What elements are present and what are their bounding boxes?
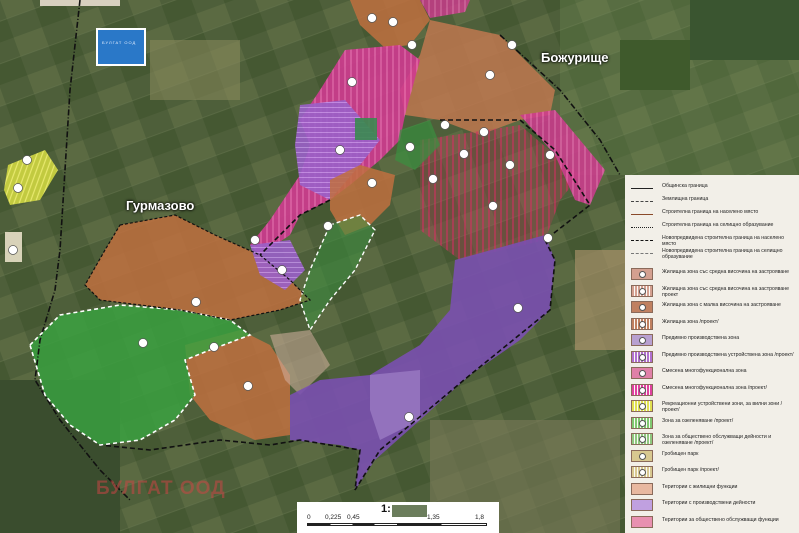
legend-zone-label: Гробищен парк /проект/: [662, 467, 719, 473]
zone-symbol-icon: [639, 452, 646, 460]
zone-symbol-icon: [639, 436, 646, 443]
scale-bar: [307, 523, 487, 526]
scale-tick: 0: [307, 514, 311, 521]
legend-line-item: Землищна граница: [629, 196, 799, 207]
place-label-gurmazovo: Гурмазово: [126, 198, 195, 213]
legend-zone-label: Територии с жилищни функции: [662, 483, 738, 490]
zone-symbol-icon: [639, 320, 646, 328]
legend-zone-label: Зона за обществено обслужващи дейности и…: [662, 434, 772, 446]
scale-tick: 0,45: [347, 514, 360, 521]
legend-zone-item: Територии с производствени дейности: [629, 498, 799, 513]
legend-zone-item: Предимно производствена устройствена зон…: [629, 350, 799, 365]
zone-symbol-icon: [639, 353, 646, 361]
legend-zone-label: Територии с производствени дейности: [662, 500, 756, 506]
scale-title: 1:: [381, 503, 391, 515]
zone-symbol-icon: [639, 386, 646, 394]
legend-swatch: [631, 449, 653, 462]
legend-zone-item: Жилищна зона с малка височина на застроя…: [629, 300, 799, 315]
legend-zone-label: Предимно производствена зона: [662, 335, 740, 341]
zone-symbol-icon: [639, 469, 646, 476]
zone-symbol-icon: [639, 304, 646, 311]
legend-line-symbol: [631, 188, 653, 189]
legend-zone-item: Предимно производствена зона: [629, 333, 799, 348]
legend-zone-item: Смесена многофункционална зона /проект/: [629, 383, 799, 398]
legend-zone-label: Жилищна зона със средна височина на заст…: [662, 269, 790, 275]
legend-zone-label: Жилищна зона със средна височина на заст…: [662, 285, 790, 298]
legend-zone-item: Смесена многофункционална зона: [629, 366, 799, 381]
legend-swatch: [631, 268, 653, 280]
legend-zone-item: Зона за обществено обслужващи дейности и…: [629, 432, 799, 447]
legend-line-label: Строителна граница на селищно образувани…: [662, 222, 774, 228]
watermark: БУЛГАТ ООД: [96, 478, 226, 499]
legend-swatch: [631, 515, 653, 528]
company-logo: БУЛГАТ ООД: [96, 28, 146, 66]
scale-bar-panel: 1: 0 0,225 0,45 1,35 1,8: [297, 502, 499, 533]
legend-line-symbol: [631, 214, 653, 215]
legend-swatch: [631, 400, 653, 412]
scale-tick: 1,8: [475, 514, 485, 521]
legend-zone-label: Жилищна зона /проект/: [662, 318, 719, 325]
legend-line-label: Строителна граница на населено място: [662, 209, 759, 215]
legend-swatch: [631, 499, 653, 511]
legend-zone-item: Територии с жилищни функции: [629, 482, 799, 497]
legend-zone-label: Гробищен парк: [662, 450, 699, 457]
legend-zone-item: Жилищна зона /проект/: [629, 317, 799, 332]
scale-tick: 0,225: [325, 514, 342, 521]
legend-zone-item: Рекреационни устройствени зони, за вилни…: [629, 399, 799, 414]
map-legend: Общинска граница Землищна граница Строител…: [625, 175, 799, 533]
legend-line-symbol: [631, 253, 653, 254]
legend-line-symbol: [631, 201, 653, 202]
legend-line-symbol: [631, 227, 653, 228]
zone-symbol-icon: [639, 287, 646, 295]
legend-swatch: [631, 466, 653, 478]
legend-zone-label: Предимно производствена устройствена зон…: [662, 351, 794, 358]
zone-symbol-icon: [639, 419, 646, 427]
place-label-bozhurishte: Божурище: [541, 50, 609, 65]
legend-swatch: [631, 334, 653, 346]
legend-line-item: Новопредвидена строителна граница на сел…: [629, 248, 799, 260]
legend-line-symbol: [631, 240, 653, 241]
legend-line-label: Землищна граница: [662, 196, 709, 202]
legend-line-item: Новопредвидена строителна граница на нас…: [629, 235, 799, 247]
legend-zone-label: Зона за озеленяване /проект/: [662, 417, 734, 424]
legend-zone-item: Зона за озеленяване /проект/: [629, 416, 799, 431]
legend-zone-label: Рекреационни устройствени зони, за вилни…: [662, 401, 783, 413]
legend-zone-label: Територии за обществено обслужващи функц…: [662, 516, 779, 523]
legend-zone-item: Гробищен парк /проект/: [629, 465, 799, 480]
legend-line-item: Строителна граница на селищно образувани…: [629, 222, 799, 233]
legend-swatch: [631, 317, 653, 330]
legend-line-label: Общинска граница: [662, 183, 708, 189]
legend-swatch: [631, 301, 653, 313]
legend-swatch: [631, 416, 653, 429]
legend-zone-label: Жилищна зона с малка височина на застроя…: [662, 302, 781, 308]
scale-tick: 1,35: [427, 514, 440, 521]
zone-symbol-icon: [639, 403, 646, 410]
legend-swatch: [631, 482, 653, 495]
legend-zone-label: Смесена многофункционална зона /проект/: [662, 384, 767, 391]
scale-thumbnail: [392, 505, 427, 517]
legend-swatch: [631, 383, 653, 396]
zone-symbol-icon: [639, 370, 646, 377]
legend-swatch: [631, 350, 653, 363]
legend-zone-item: Жилищна зона със средна височина на заст…: [629, 267, 799, 282]
legend-line-label: Новопредвидена строителна граница на нас…: [662, 235, 784, 247]
legend-line-label: Новопредвидена строителна граница на сел…: [662, 248, 783, 260]
legend-zone-item: Гробищен парк: [629, 449, 799, 464]
legend-line-item: Общинска граница: [629, 183, 799, 194]
legend-line-item: Строителна граница на населено място: [629, 209, 799, 220]
legend-zone-item: Жилищна зона със средна височина на заст…: [629, 284, 799, 299]
zone-symbol-icon: [639, 337, 646, 344]
legend-swatch: [631, 433, 653, 445]
legend-zone-item: Територии за обществено обслужващи функц…: [629, 515, 799, 530]
legend-swatch: [631, 367, 653, 379]
legend-swatch: [631, 284, 653, 297]
zone-symbol-icon: [639, 271, 646, 278]
legend-zone-label: Смесена многофункционална зона: [662, 368, 747, 374]
